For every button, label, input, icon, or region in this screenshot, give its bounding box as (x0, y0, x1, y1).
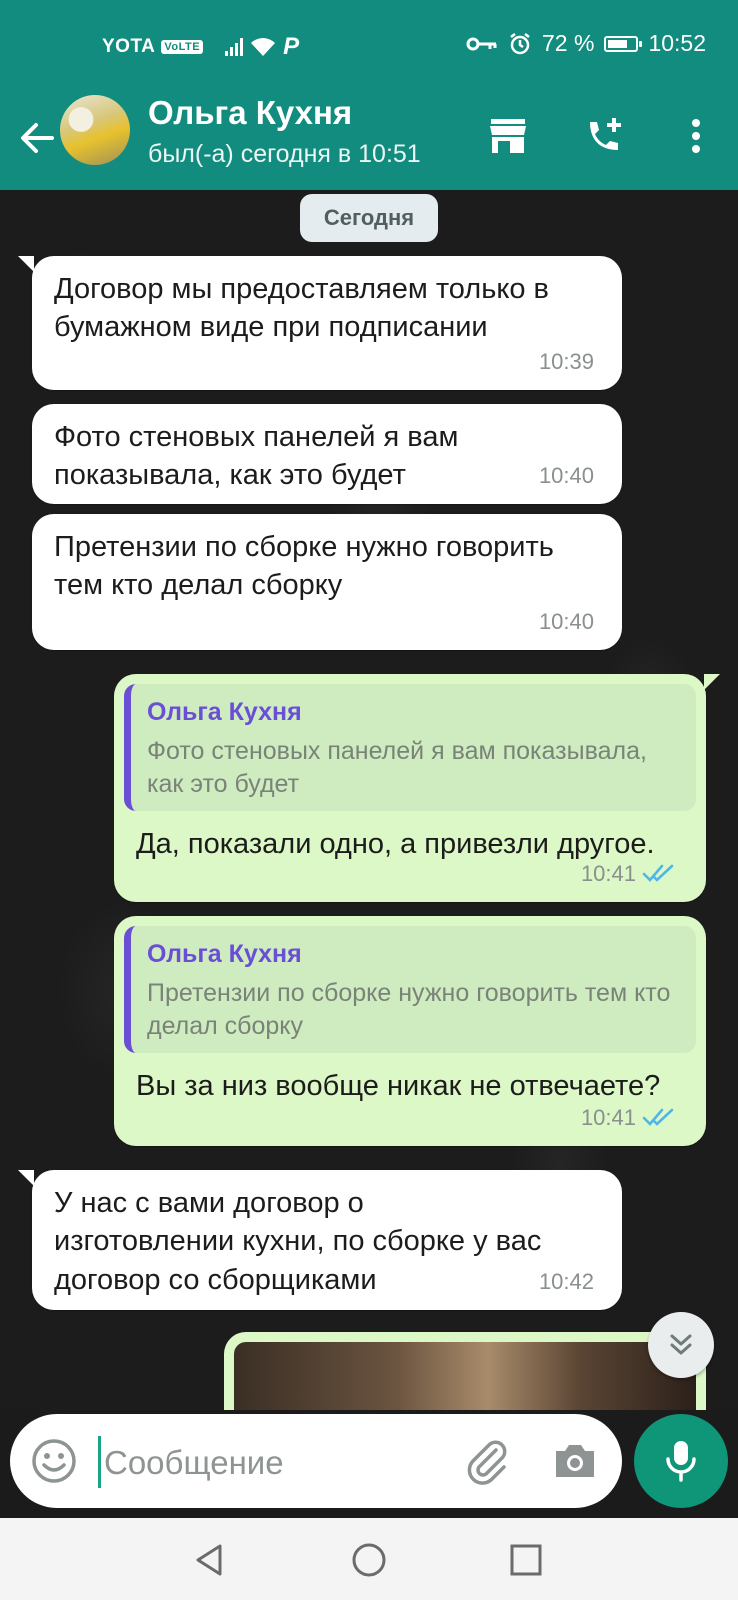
quoted-message[interactable]: Ольга Кухня Фото стеновых панелей я вам … (124, 684, 696, 811)
store-icon (490, 119, 526, 153)
message-incoming[interactable]: Фото стеновых панелей я вам показывала, … (32, 404, 622, 504)
nav-back-icon[interactable] (190, 1540, 230, 1580)
message-meta: 10:41 (581, 1103, 676, 1132)
quote-text: Фото стеновых панелей я вам показывала, … (147, 737, 647, 798)
message-meta: 10:41 (581, 859, 676, 888)
date-separator: Сегодня (300, 194, 438, 242)
message-input[interactable] (102, 1432, 436, 1494)
carrier-label: YOTA (102, 36, 156, 57)
message-text: Договор мы предоставляем только в бумажн… (54, 273, 549, 344)
bubble-tail (18, 256, 34, 272)
status-right: 72 % 10:52 (466, 30, 706, 57)
message-incoming[interactable]: У нас с вами договор о изготовлении кухн… (18, 1170, 622, 1310)
message-composer[interactable] (10, 1414, 622, 1508)
quote-author: Ольга Кухня (147, 940, 302, 968)
mic-icon (666, 1441, 696, 1482)
message-time: 10:41 (580, 860, 636, 886)
message-text: У нас с вами договор о изготовлении кухн… (54, 1187, 542, 1296)
volte-badge: VoLTE (161, 40, 204, 54)
message-outgoing-image[interactable] (224, 1332, 706, 1410)
last-seen-status[interactable]: был(-а) сегодня в 10:51 (148, 140, 421, 169)
emoji-icon[interactable] (30, 1437, 78, 1485)
double-chevron-down-icon (670, 1334, 692, 1355)
status-left: YOTA VoLTE P (102, 33, 300, 61)
nav-home-icon[interactable] (349, 1540, 389, 1580)
camera-icon[interactable] (550, 1436, 600, 1486)
nav-recents-icon[interactable] (506, 1540, 546, 1580)
add-call-icon (590, 118, 621, 150)
read-ticks-icon (642, 1109, 674, 1127)
clock: 10:52 (648, 30, 706, 56)
battery-percent: 72 % (542, 30, 595, 56)
status-bar: YOTA VoLTE P 72 % 10:52 (0, 0, 738, 88)
image-thumbnail[interactable] (234, 1342, 696, 1410)
back-arrow-icon[interactable] (16, 118, 56, 158)
message-incoming[interactable]: Претензии по сборке нужно говорить тем к… (32, 514, 622, 650)
alarm-icon (510, 32, 530, 54)
key-icon (466, 37, 497, 50)
attach-icon[interactable] (462, 1436, 512, 1486)
battery-icon (604, 35, 643, 52)
payment-p-icon: P (283, 33, 300, 60)
bubble-tail (18, 1170, 34, 1186)
store-button[interactable] (484, 112, 532, 160)
quoted-message[interactable]: Ольга Кухня Претензии по сборке нужно го… (124, 926, 696, 1053)
signal-icon (225, 38, 244, 56)
more-options-button[interactable] (672, 112, 720, 160)
message-text: Вы за низ вообще никак не отвечаете? (136, 1070, 661, 1102)
read-ticks-icon (642, 865, 674, 883)
contact-name[interactable]: Ольга Кухня (148, 94, 352, 132)
more-vert-icon (692, 119, 700, 153)
message-time: 10:40 (538, 608, 594, 634)
wifi-icon (251, 38, 276, 56)
message-text: Фото стеновых панелей я вам показывала, … (54, 421, 459, 492)
message-time: 10:40 (538, 462, 594, 488)
quote-author: Ольга Кухня (147, 698, 302, 726)
message-text: Да, показали одно, а привезли другое. (136, 828, 655, 860)
message-list[interactable]: Сегодня Договор мы предоставляем только … (0, 190, 738, 1410)
message-incoming[interactable]: Договор мы предоставляем только в бумажн… (18, 256, 622, 390)
message-time: 10:42 (538, 1268, 594, 1294)
scroll-to-bottom-button[interactable] (648, 1312, 714, 1378)
text-cursor (98, 1436, 101, 1488)
message-outgoing[interactable]: Ольга Кухня Претензии по сборке нужно го… (114, 916, 706, 1146)
message-outgoing[interactable]: Ольга Кухня Фото стеновых панелей я вам … (114, 674, 720, 902)
voice-record-button[interactable] (634, 1414, 728, 1508)
message-time: 10:41 (580, 1104, 636, 1130)
bubble-tail (704, 674, 720, 690)
composer-bar (0, 1410, 738, 1518)
add-call-button[interactable] (580, 112, 628, 160)
contact-avatar[interactable] (60, 95, 130, 165)
chat-header: Ольга Кухня был(-а) сегодня в 10:51 (0, 88, 738, 190)
message-text: Претензии по сборке нужно говорить тем к… (54, 531, 554, 602)
system-nav-bar (0, 1518, 738, 1600)
message-time: 10:39 (538, 348, 594, 374)
quote-text: Претензии по сборке нужно говорить тем к… (147, 979, 671, 1040)
